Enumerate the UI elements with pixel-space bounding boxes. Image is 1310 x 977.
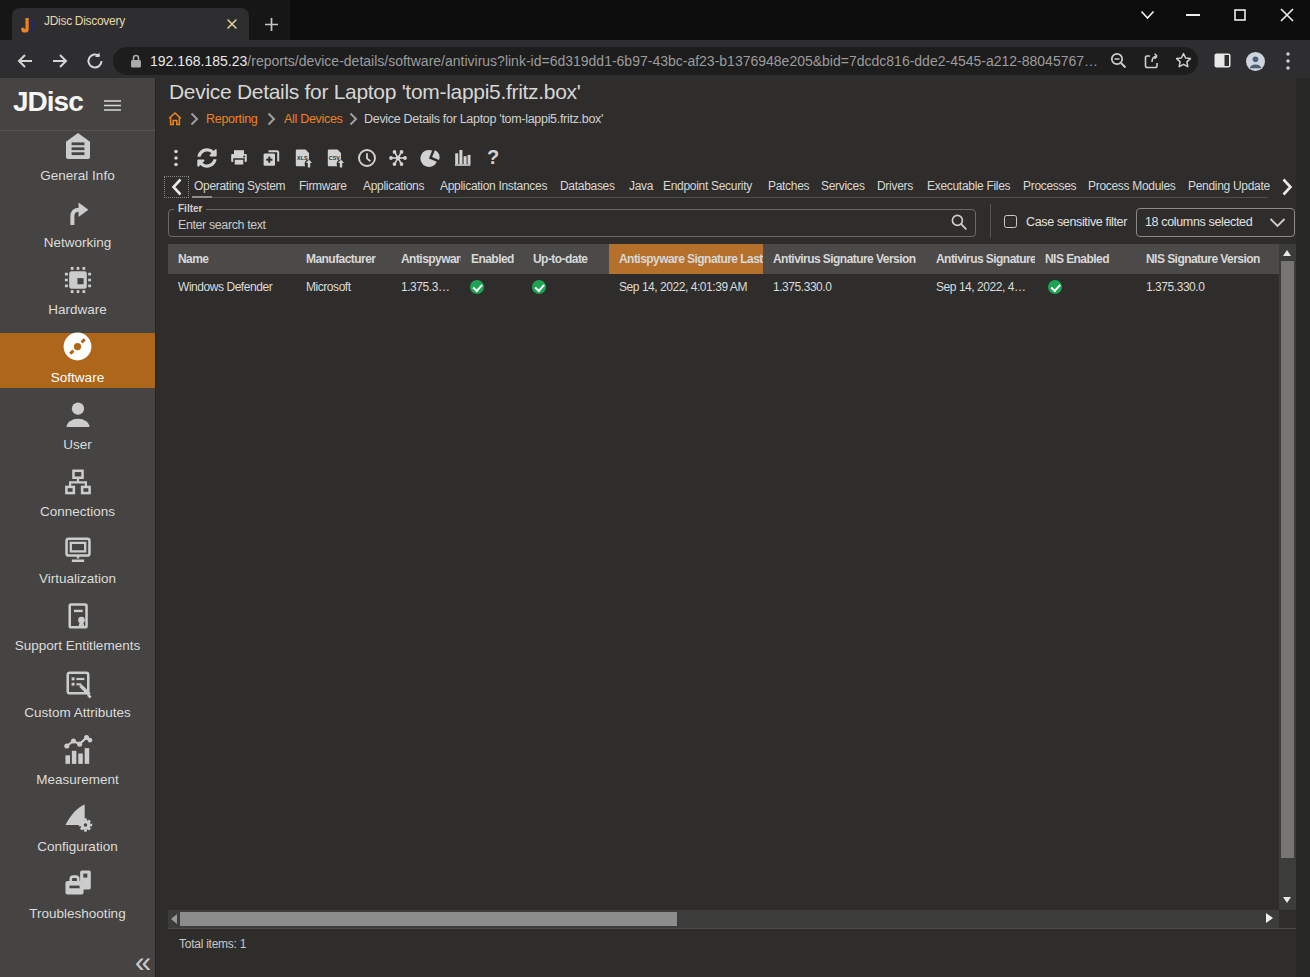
svg-text:CSV: CSV xyxy=(329,155,340,161)
svg-text:XLS: XLS xyxy=(297,155,308,161)
